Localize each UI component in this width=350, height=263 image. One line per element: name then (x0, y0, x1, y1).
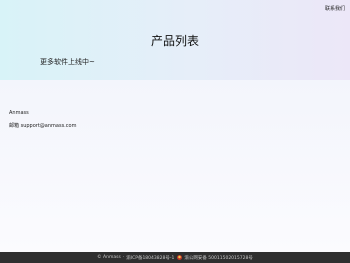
footer-copyright: © Anmass (97, 255, 121, 260)
company-name: Anmass (9, 110, 29, 116)
page-title: 产品列表 (150, 34, 199, 48)
hero-tagline: 更多软件上线中~ (40, 58, 95, 66)
content-section (0, 80, 350, 252)
police-badge-icon (177, 255, 183, 260)
contact-us-link[interactable]: 联系我们 (325, 5, 345, 12)
footer-separator: · (122, 255, 125, 260)
footer-icp-link[interactable]: 渝ICP备18043828号-1 (126, 255, 174, 261)
footer: © Anmass · 渝ICP备18043828号-1 渝公网安备 500115… (0, 252, 350, 263)
email-label: 邮箱 (9, 123, 20, 129)
contact-email: 邮箱 support@anmass.com (9, 122, 76, 129)
footer-police-link[interactable]: 渝公网安备 50011502015728号 (184, 255, 253, 261)
email-value[interactable]: support@anmass.com (21, 123, 77, 129)
